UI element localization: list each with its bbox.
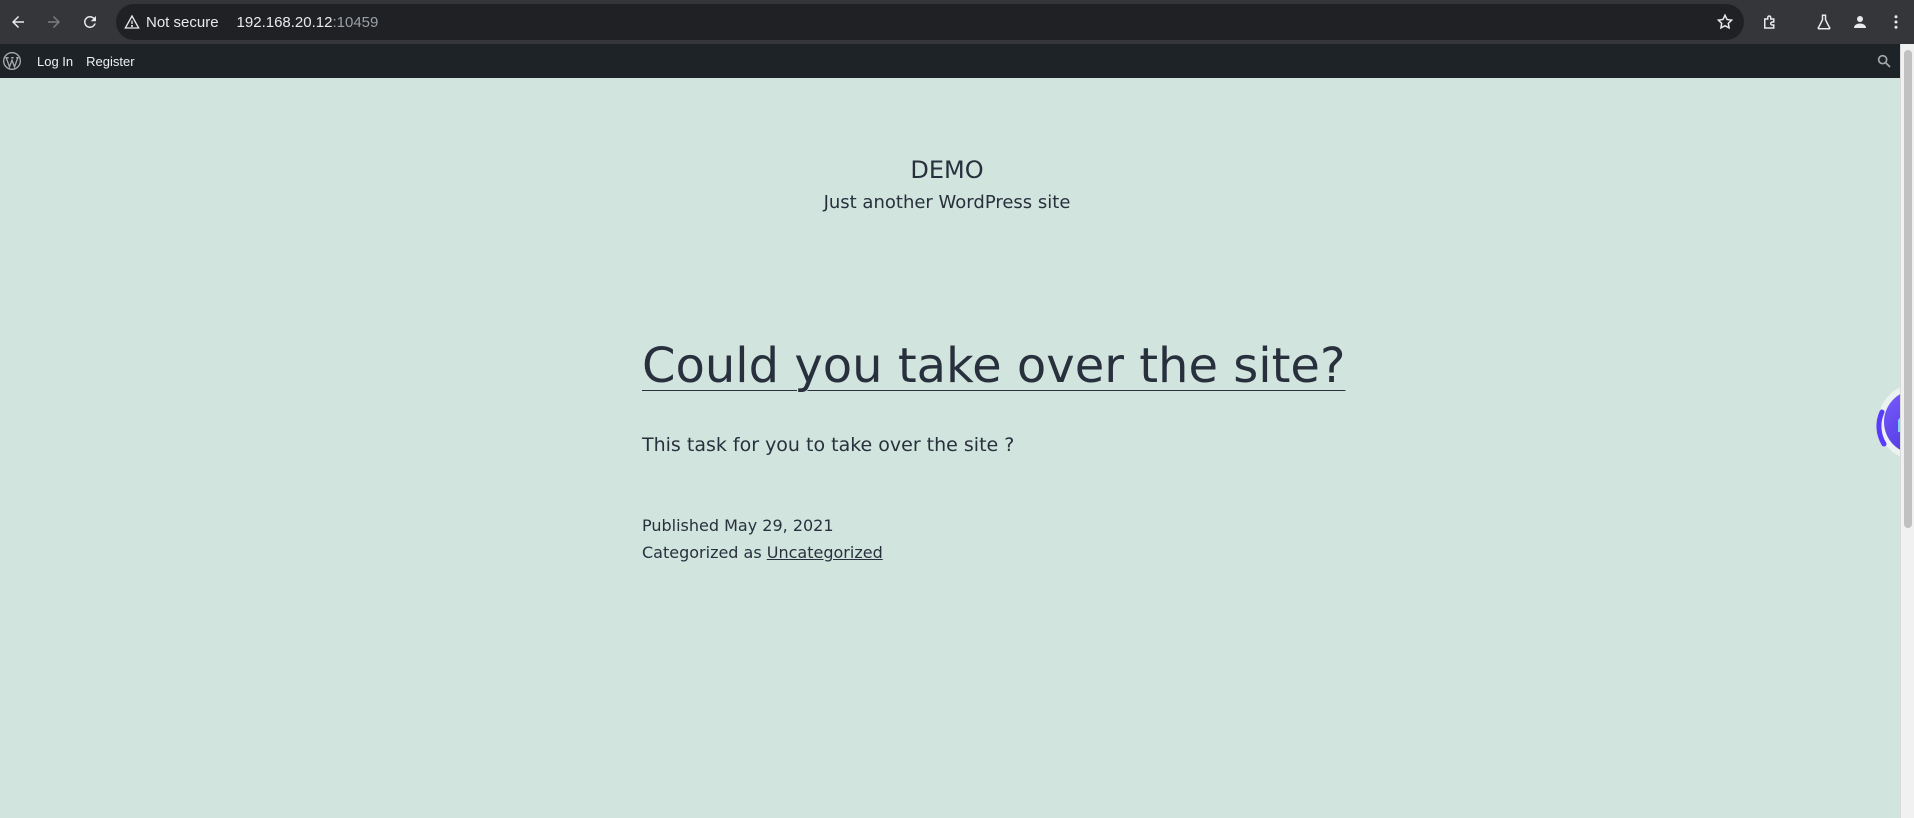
labs-button[interactable] <box>1806 4 1842 40</box>
puzzle-icon <box>1764 15 1775 29</box>
post-category-line: Categorized as Uncategorized <box>642 543 883 562</box>
wordpress-logo-icon[interactable] <box>0 49 24 73</box>
menu-button[interactable] <box>1878 4 1914 40</box>
search-icon[interactable] <box>1876 53 1892 73</box>
scrollbar-thumb[interactable] <box>1904 50 1912 528</box>
url-host: 192.168.20.12 <box>236 13 333 31</box>
post-excerpt: This task for you to take over the site … <box>642 434 1015 456</box>
post-title-link[interactable]: Could you take over the site? <box>642 338 1345 394</box>
arrow-left-icon <box>12 16 24 28</box>
warning-triangle-icon <box>124 14 140 30</box>
login-link[interactable]: Log In <box>37 54 73 69</box>
category-prefix: Categorized as <box>642 543 767 562</box>
url-text[interactable]: 192.168.20.12:10459 <box>237 14 379 31</box>
register-link[interactable]: Register <box>86 54 134 69</box>
wp-admin-bar: Log In Register <box>0 44 1914 78</box>
category-link[interactable]: Uncategorized <box>767 543 883 562</box>
not-secure-label[interactable]: Not secure <box>146 14 219 31</box>
site-title[interactable]: DEMO <box>0 156 1894 184</box>
browser-actions <box>1752 0 1914 44</box>
reload-icon <box>83 15 96 28</box>
kebab-menu-icon <box>1894 15 1898 29</box>
bookmark-star-icon[interactable] <box>1716 13 1734 35</box>
site-tagline: Just another WordPress site <box>823 192 1071 213</box>
post-published-date: Published May 29, 2021 <box>642 516 834 535</box>
extensions-button[interactable] <box>1752 4 1788 40</box>
arrow-right-icon <box>48 16 60 28</box>
page-scrollbar[interactable] <box>1900 44 1914 818</box>
url-port: :10459 <box>332 13 379 31</box>
flask-icon <box>1817 14 1831 30</box>
person-icon <box>1854 16 1866 28</box>
address-bar[interactable]: Not secure 192.168.20.12:10459 <box>116 4 1744 40</box>
profile-button[interactable] <box>1842 4 1878 40</box>
browser-toolbar: Not secure 192.168.20.12:10459 <box>0 0 1914 44</box>
reload-button[interactable] <box>72 4 108 40</box>
back-button[interactable] <box>0 4 36 40</box>
forward-button[interactable] <box>36 4 72 40</box>
